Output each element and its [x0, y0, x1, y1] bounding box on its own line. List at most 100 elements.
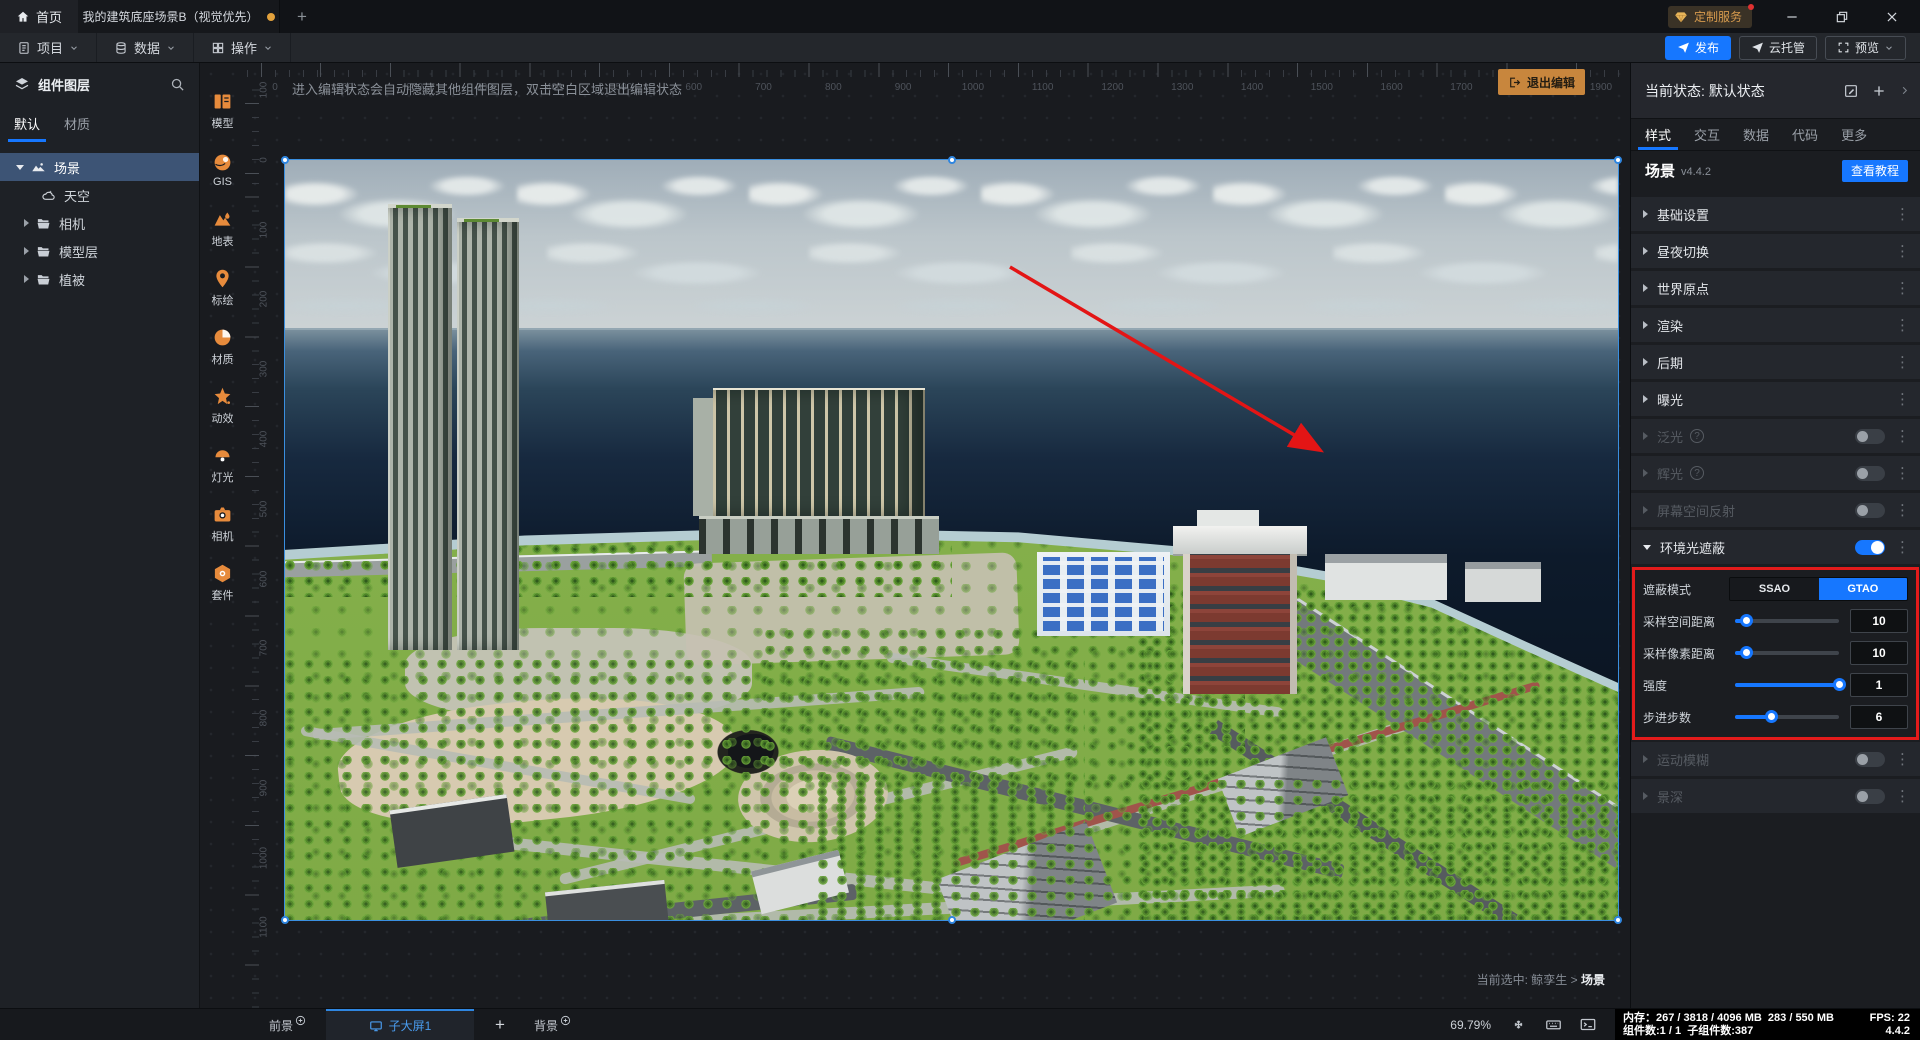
toggle-switch[interactable]: [1855, 428, 1885, 444]
selection-handle-top-left[interactable]: [281, 156, 289, 164]
view-tutorial-button[interactable]: 查看教程: [1841, 159, 1908, 182]
menu-data[interactable]: 数据: [97, 33, 195, 62]
sidebar-tab-material[interactable]: 材质: [64, 114, 90, 133]
exit-edit-button[interactable]: 退出编辑: [1498, 69, 1586, 95]
kebab-menu-icon[interactable]: ⋮: [1895, 540, 1910, 555]
collapse-caret-icon[interactable]: [16, 164, 24, 170]
palette-item-gis[interactable]: GIS: [200, 144, 245, 196]
preview-button[interactable]: 预览: [1824, 35, 1906, 60]
expand-caret-icon[interactable]: [1643, 395, 1648, 403]
kebab-menu-icon[interactable]: ⋮: [1895, 207, 1910, 222]
background-tab[interactable]: 背景: [520, 1009, 585, 1040]
palette-item-marker[interactable]: 标绘: [200, 262, 245, 314]
section-row[interactable]: 辉光? ⋮: [1631, 456, 1920, 490]
section-row[interactable]: 屏幕空间反射 ⋮: [1631, 493, 1920, 527]
toggle-switch[interactable]: [1855, 539, 1885, 555]
ssao-option[interactable]: SSAO: [1730, 578, 1819, 600]
intensity-slider[interactable]: [1735, 678, 1846, 692]
expand-caret-icon[interactable]: [1643, 358, 1648, 366]
sample-space-distance-slider[interactable]: [1735, 614, 1839, 628]
console-icon[interactable]: [1575, 1015, 1601, 1035]
section-row[interactable]: 基础设置 ⋮: [1631, 197, 1920, 231]
expand-caret-icon[interactable]: [1643, 469, 1648, 477]
minimize-button[interactable]: [1782, 7, 1802, 27]
section-row[interactable]: 昼夜切换 ⋮: [1631, 234, 1920, 268]
tab-interaction[interactable]: 交互: [1694, 119, 1720, 150]
keyboard-icon[interactable]: [1540, 1015, 1566, 1035]
section-row[interactable]: 曝光 ⋮: [1631, 382, 1920, 416]
menu-operations[interactable]: 操作: [194, 33, 292, 62]
expand-caret-icon[interactable]: [1643, 210, 1648, 218]
collapse-panel-icon[interactable]: [1899, 85, 1910, 96]
tree-item-camera-folder[interactable]: 相机: [0, 209, 199, 237]
sample-pixel-distance-slider[interactable]: [1735, 646, 1839, 660]
menu-project[interactable]: 项目: [0, 33, 98, 62]
search-icon[interactable]: [170, 77, 185, 92]
section-row[interactable]: 世界原点 ⋮: [1631, 271, 1920, 305]
palette-item-light[interactable]: 灯光: [200, 439, 245, 491]
tree-item-scene[interactable]: 场景: [0, 153, 199, 181]
section-row[interactable]: 景深 ⋮: [1631, 779, 1920, 813]
kebab-menu-icon[interactable]: ⋮: [1895, 503, 1910, 518]
publish-button[interactable]: 发布: [1664, 35, 1731, 60]
palette-item-kit[interactable]: 套件: [200, 557, 245, 609]
toggle-switch[interactable]: [1855, 788, 1885, 804]
custom-service-badge[interactable]: 定制服务: [1667, 3, 1754, 28]
gtao-option[interactable]: GTAO: [1818, 578, 1908, 600]
section-row[interactable]: 运动模糊 ⋮: [1631, 742, 1920, 776]
help-icon[interactable]: ?: [1690, 466, 1705, 480]
selection-handle-bottom-center[interactable]: [948, 916, 956, 924]
tab-more[interactable]: 更多: [1841, 119, 1867, 150]
selection-handle-bottom-right[interactable]: [1614, 916, 1622, 924]
tab-style[interactable]: 样式: [1637, 119, 1679, 150]
toggle-switch[interactable]: [1855, 465, 1885, 481]
slider-knob[interactable]: [1740, 614, 1754, 627]
palette-item-material[interactable]: 材质: [200, 321, 245, 373]
kebab-menu-icon[interactable]: ⋮: [1895, 466, 1910, 481]
slider-knob[interactable]: [1740, 646, 1754, 659]
sidebar-tab-default[interactable]: 默认: [7, 114, 47, 142]
kebab-menu-icon[interactable]: ⋮: [1895, 429, 1910, 444]
selection-handle-bottom-left[interactable]: [281, 916, 289, 924]
help-icon[interactable]: ?: [1690, 429, 1705, 443]
slider-knob[interactable]: [1765, 710, 1779, 723]
tree-item-model-layer-folder[interactable]: 模型层: [0, 237, 199, 265]
expand-caret-icon[interactable]: [1643, 247, 1648, 255]
palette-item-effects[interactable]: 动效: [200, 380, 245, 432]
section-row[interactable]: 渲染 ⋮: [1631, 308, 1920, 342]
collapse-caret-icon[interactable]: [1643, 544, 1651, 550]
palette-item-model[interactable]: 模型: [200, 85, 245, 137]
expand-caret-icon[interactable]: [24, 247, 29, 255]
section-row[interactable]: 环境光遮蔽 ⋮: [1631, 530, 1920, 564]
intensity-input[interactable]: 1: [1850, 673, 1908, 697]
palette-item-camera[interactable]: 相机: [200, 498, 245, 550]
palette-item-terrain[interactable]: 地表: [200, 203, 245, 255]
foreground-tab[interactable]: 前景: [255, 1009, 320, 1040]
kebab-menu-icon[interactable]: ⋮: [1895, 244, 1910, 259]
tab-scene-document[interactable]: 我的建筑底座场景B（视觉优先）: [78, 0, 280, 33]
section-row[interactable]: 泛光? ⋮: [1631, 419, 1920, 453]
expand-caret-icon[interactable]: [1643, 321, 1648, 329]
scene-viewport[interactable]: [284, 159, 1619, 921]
kebab-menu-icon[interactable]: ⋮: [1895, 281, 1910, 296]
tab-home[interactable]: 首页: [0, 0, 78, 33]
kebab-menu-icon[interactable]: ⋮: [1895, 392, 1910, 407]
cloud-host-button[interactable]: 云托管: [1738, 35, 1817, 60]
toggle-switch[interactable]: [1855, 751, 1885, 767]
kebab-menu-icon[interactable]: ⋮: [1895, 318, 1910, 333]
add-circle-icon[interactable]: [295, 1015, 306, 1026]
sample-space-distance-input[interactable]: 10: [1850, 609, 1908, 633]
screen-tab-active[interactable]: 子大屏1: [326, 1008, 475, 1040]
add-circle-icon[interactable]: [560, 1015, 571, 1026]
step-count-slider[interactable]: [1735, 710, 1839, 724]
toggle-switch[interactable]: [1855, 502, 1885, 518]
tab-code[interactable]: 代码: [1792, 119, 1818, 150]
expand-caret-icon[interactable]: [1643, 792, 1648, 800]
expand-caret-icon[interactable]: [24, 275, 29, 283]
section-row[interactable]: 后期 ⋮: [1631, 345, 1920, 379]
kebab-menu-icon[interactable]: ⋮: [1895, 355, 1910, 370]
fit-screen-icon[interactable]: [1505, 1015, 1531, 1035]
tree-item-sky[interactable]: 天空: [0, 181, 199, 209]
add-screen-button[interactable]: +: [480, 1009, 520, 1040]
slider-knob[interactable]: [1833, 678, 1846, 691]
